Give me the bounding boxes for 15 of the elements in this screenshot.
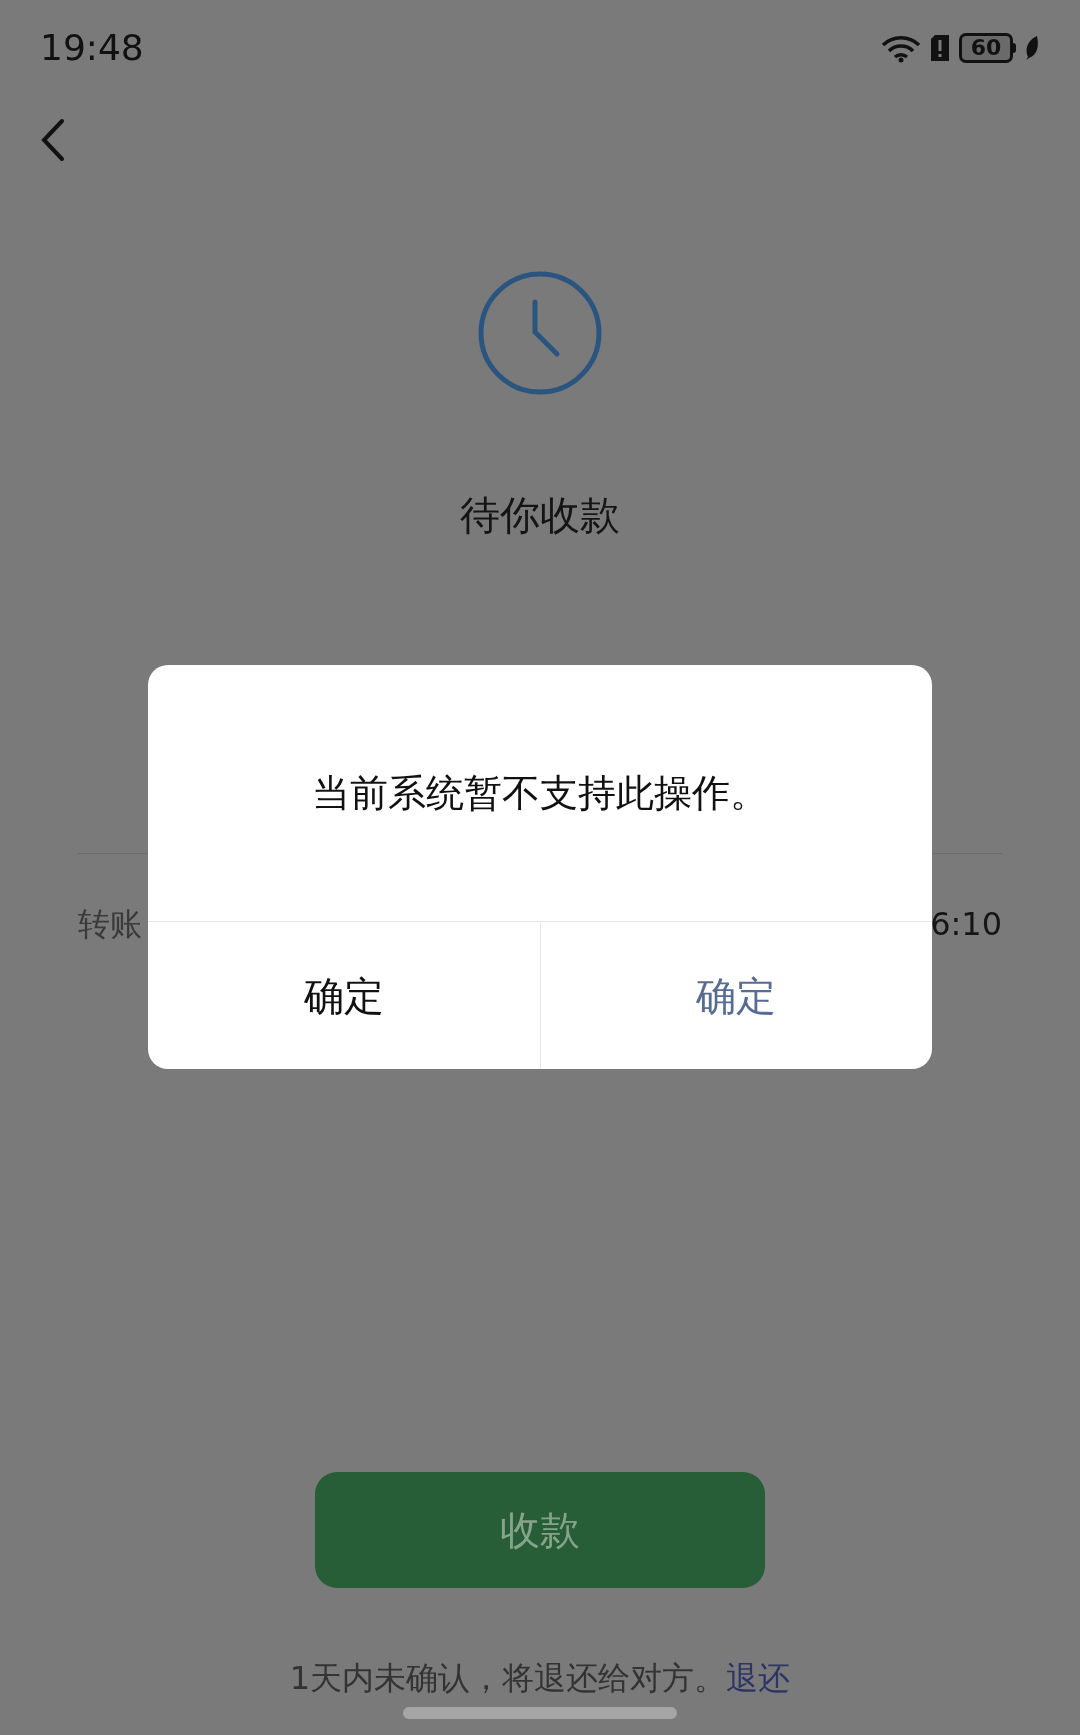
- leaf-icon: [1024, 34, 1040, 61]
- receive-button[interactable]: 收款: [315, 1472, 765, 1588]
- refund-link[interactable]: 退还: [726, 1659, 791, 1697]
- refund-notice: 1天内未确认，将退还给对方。退还: [289, 1658, 791, 1699]
- status-time: 19:48: [40, 25, 144, 70]
- status-title: 待你收款: [460, 491, 620, 540]
- battery-indicator: 60: [959, 32, 1016, 63]
- confirm-button[interactable]: 确定: [539, 922, 932, 1069]
- clock-icon: [477, 270, 603, 396]
- confirm-button[interactable]: 确定: [148, 922, 540, 1069]
- back-icon[interactable]: [40, 118, 66, 162]
- sim-alert-icon: [929, 33, 951, 62]
- detail-value: 6:10: [930, 904, 1002, 945]
- dialog-message: 当前系统暂不支持此操作。: [312, 769, 768, 817]
- detail-label: 转账: [78, 904, 142, 945]
